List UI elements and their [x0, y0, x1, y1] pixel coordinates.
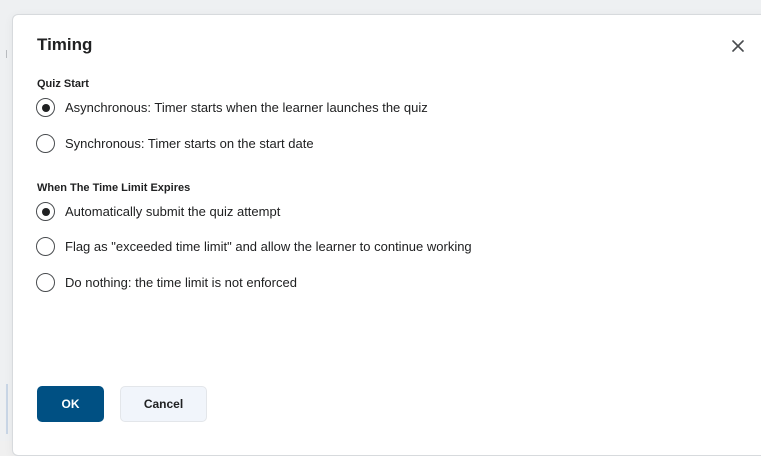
background-divider [6, 50, 7, 58]
quiz-start-label: Quiz Start [37, 78, 89, 90]
radio-button[interactable] [36, 134, 55, 153]
background-scroll-indicator [6, 384, 8, 434]
close-button[interactable] [729, 37, 747, 55]
timing-dialog: Timing Quiz Start Asynchronous: Timer st… [12, 14, 761, 456]
radio-auto-submit[interactable]: Automatically submit the quiz attempt [36, 202, 280, 221]
dialog-title: Timing [37, 35, 93, 54]
radio-do-nothing[interactable]: Do nothing: the time limit is not enforc… [36, 273, 297, 292]
radio-label: Synchronous: Timer starts on the start d… [65, 136, 314, 151]
close-icon [732, 40, 744, 52]
time-limit-label: When The Time Limit Expires [37, 182, 191, 194]
radio-button[interactable] [36, 273, 55, 292]
radio-flag-exceeded[interactable]: Flag as "exceeded time limit" and allow … [36, 237, 472, 256]
radio-selected-dot [41, 207, 50, 216]
radio-synchronous[interactable]: Synchronous: Timer starts on the start d… [36, 134, 314, 153]
radio-button[interactable] [36, 237, 55, 256]
radio-asynchronous[interactable]: Asynchronous: Timer starts when the lear… [36, 98, 428, 117]
radio-label: Flag as "exceeded time limit" and allow … [65, 239, 472, 254]
radio-selected-dot [41, 103, 50, 112]
radio-label: Do nothing: the time limit is not enforc… [65, 275, 297, 290]
ok-button[interactable]: OK [37, 386, 104, 422]
cancel-button[interactable]: Cancel [120, 386, 207, 422]
radio-label: Automatically submit the quiz attempt [65, 204, 281, 219]
radio-button[interactable] [36, 202, 55, 221]
radio-label: Asynchronous: Timer starts when the lear… [65, 100, 428, 115]
radio-button[interactable] [36, 98, 55, 117]
